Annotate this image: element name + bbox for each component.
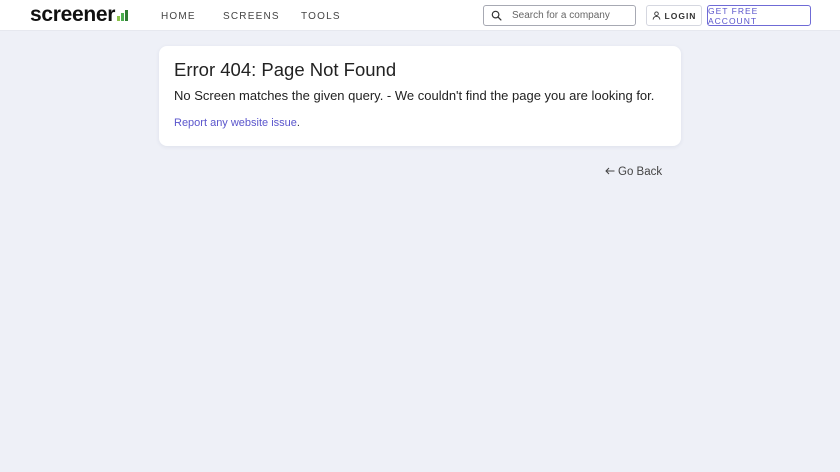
top-header: screener HOME SCREENS TOOLS LOGIN GET FR… xyxy=(0,0,840,31)
report-suffix: . xyxy=(296,117,300,129)
go-back-link[interactable]: Go Back xyxy=(605,166,662,178)
login-button[interactable]: LOGIN xyxy=(646,5,702,26)
error-card: Error 404: Page Not Found No Screen matc… xyxy=(159,46,681,146)
nav-home[interactable]: HOME xyxy=(161,11,196,22)
nav-screens[interactable]: SCREENS xyxy=(223,11,280,22)
error-title: Error 404: Page Not Found xyxy=(174,59,397,80)
logo-text: screener xyxy=(30,3,116,26)
search-input[interactable] xyxy=(512,10,632,21)
logo-bars-icon xyxy=(117,10,128,21)
get-free-account-button[interactable]: GET FREE ACCOUNT xyxy=(707,5,811,26)
error-message: No Screen matches the given query. - We … xyxy=(174,88,655,103)
signup-label: GET FREE ACCOUNT xyxy=(708,5,759,26)
arrow-left-icon xyxy=(605,166,615,178)
nav-tools[interactable]: TOOLS xyxy=(301,11,341,22)
report-issue-link[interactable]: Report any website issue xyxy=(174,117,297,129)
report-line: Report any website issue. xyxy=(174,117,300,129)
search-icon xyxy=(491,9,505,23)
user-icon xyxy=(652,11,661,20)
search-box[interactable] xyxy=(483,5,636,26)
go-back-label: Go Back xyxy=(618,166,663,178)
login-label: LOGIN xyxy=(664,10,697,21)
screener-logo[interactable]: screener xyxy=(30,4,128,26)
